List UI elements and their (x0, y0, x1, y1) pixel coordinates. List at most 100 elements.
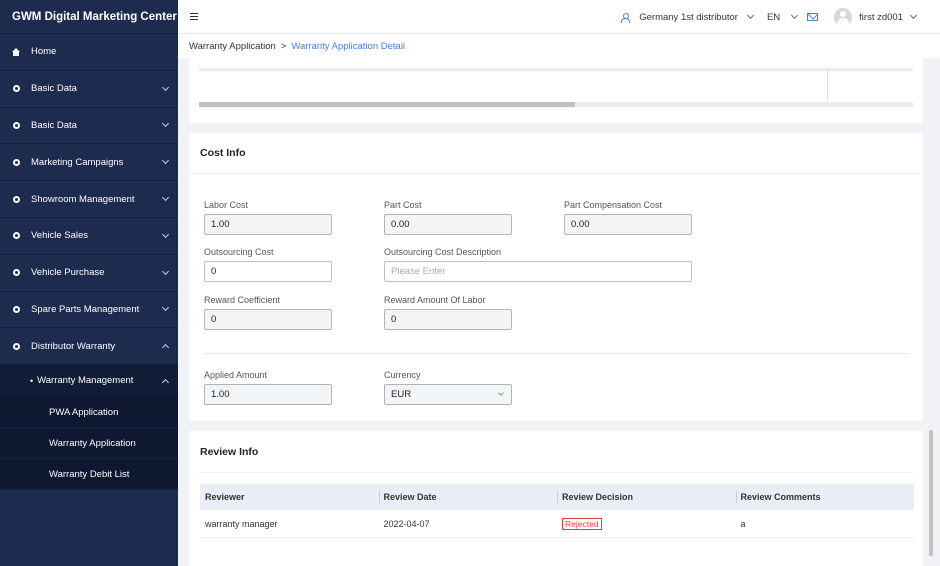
part-compensation-cost-field: Part Compensation Cost 0.00 (564, 199, 692, 235)
input-placeholder: Please Enter (391, 266, 446, 277)
vertical-scrollbar[interactable] (929, 430, 933, 556)
chevron-down-icon (161, 230, 170, 238)
sidebar-item-showroom-management[interactable]: Showroom Management (0, 181, 178, 218)
sidebar-item-label: Distributor Warranty (31, 340, 116, 352)
part-cost-input: 0.00 (384, 214, 512, 235)
sidebar-item-label: Basic Data (31, 119, 77, 131)
field-label: Reward Coefficient (204, 295, 280, 305)
reviewer-cell: warranty manager (205, 518, 278, 529)
outsourcing-cost-input[interactable]: 0 (204, 261, 332, 282)
applied-amount-input: 1.00 (204, 384, 332, 405)
chevron-down-icon (161, 267, 170, 275)
sidebar-item-label: Home (31, 46, 57, 58)
scrollbar-thumb[interactable] (199, 102, 575, 107)
section-title: Review Info (199, 431, 913, 473)
review-table: Reviewer Review Date Review Decision Rev… (200, 484, 914, 538)
review-decision-cell: Rejected (557, 517, 736, 530)
sidebar-item-label: Vehicle Sales (31, 230, 89, 242)
horizontal-scrollbar[interactable] (199, 102, 913, 107)
chevron-down-icon (161, 120, 170, 128)
table-row: warranty manager 2022-04-07 Rejected a (200, 510, 914, 538)
review-date-cell: 2022-04-07 (383, 518, 430, 529)
currency-value: EUR (391, 389, 412, 400)
dot-icon (12, 232, 20, 240)
field-label: Part Compensation Cost (564, 200, 663, 210)
outsourcing-cost-field: Outsourcing Cost 0 (204, 246, 332, 282)
field-label: Outsourcing Cost (204, 247, 274, 257)
part-compensation-cost-input: 0.00 (564, 214, 692, 235)
cost-info-card: Cost Info Labor Cost 1.00 Part Cost 0.00… (189, 133, 923, 421)
app-title: GWM Digital Marketing Center (0, 0, 178, 34)
column-header: Review Comments (735, 491, 915, 503)
column-header: Reviewer (205, 492, 245, 502)
dot-icon (12, 269, 20, 277)
field-label: Outsourcing Cost Description (384, 247, 502, 257)
currency-select[interactable]: EUR (384, 384, 512, 405)
chevron-down-icon[interactable] (746, 11, 755, 20)
mail-icon[interactable] (807, 13, 819, 21)
sidebar-item-home[interactable]: Home (0, 34, 178, 71)
divider (204, 353, 909, 354)
sidebar-item-pwa-application[interactable]: PWA Application (0, 397, 178, 429)
chevron-down-icon[interactable] (909, 11, 918, 20)
sidebar-item-warranty-debit-list[interactable]: Warranty Debit List (0, 459, 178, 491)
menu-toggle-icon[interactable] (190, 12, 198, 21)
section-title: Cost Info (189, 133, 923, 174)
outsourcing-cost-description-field: Outsourcing Cost Description Please Ente… (384, 246, 692, 282)
breadcrumb-separator: > (280, 40, 287, 52)
sidebar-item-marketing-campaigns[interactable]: Marketing Campaigns (0, 144, 178, 182)
status-badge: Rejected (562, 517, 602, 530)
sidebar-item-warranty-application[interactable]: Warranty Application (0, 428, 178, 460)
breadcrumb-current: Warranty Application Detail (291, 40, 406, 52)
main-content: Cost Info Labor Cost 1.00 Part Cost 0.00… (178, 58, 940, 566)
sidebar-item-vehicle-purchase[interactable]: Vehicle Purchase (0, 255, 178, 292)
reward-amount-of-labor-field: Reward Amount Of Labor 0 (384, 294, 512, 330)
field-label: Applied Amount (204, 370, 268, 380)
chevron-down-icon[interactable] (791, 11, 799, 20)
language-selector[interactable]: EN (767, 12, 780, 23)
chevron-up-icon (161, 344, 170, 352)
sidebar-item-basic-data[interactable]: Basic Data (0, 71, 178, 108)
dot-icon (12, 342, 20, 350)
sidebar-item-spare-parts-management[interactable]: Spare Parts Management (0, 292, 178, 329)
outsourcing-cost-description-input[interactable]: Please Enter (384, 261, 692, 282)
review-info-card: Review Info Reviewer Review Date Review … (189, 431, 923, 566)
sidebar-item-label: Marketing Campaigns (31, 156, 124, 168)
sidebar-item-label: Showroom Management (31, 193, 135, 205)
distributor-icon (620, 12, 631, 23)
sidebar-item-basic-data-2[interactable]: Basic Data (0, 108, 178, 145)
chevron-down-icon (161, 157, 170, 165)
review-comments-cell: a (740, 518, 746, 529)
reward-amount-of-labor-input: 0 (384, 309, 512, 330)
breadcrumb-parent[interactable]: Warranty Application (189, 41, 276, 52)
sidebar-item-vehicle-sales[interactable]: Vehicle Sales (0, 218, 178, 255)
avatar[interactable] (834, 8, 853, 26)
labor-cost-input: 1.00 (204, 214, 332, 235)
chevron-up-icon (161, 378, 170, 386)
field-label: Part Cost (384, 200, 422, 210)
dot-icon (12, 305, 20, 313)
field-label: Reward Amount Of Labor (384, 295, 486, 305)
user-menu[interactable]: first zd001 (859, 12, 903, 23)
reward-coefficient-field: Reward Coefficient 0 (204, 294, 332, 330)
sidebar-item-label: Spare Parts Management (31, 303, 140, 315)
table-header-strip (199, 68, 913, 71)
table-header: Reviewer Review Date Review Decision Rev… (200, 484, 914, 510)
chevron-down-icon (161, 194, 170, 202)
part-cost-field: Part Cost 0.00 (384, 199, 512, 235)
sidebar-submenu-warranty-management[interactable]: • Warranty Management (0, 365, 178, 398)
reward-coefficient-input: 0 (204, 309, 332, 330)
bullet-icon: • (30, 375, 34, 386)
chevron-down-icon (161, 304, 170, 312)
column-divider (827, 68, 828, 106)
currency-field: Currency EUR (384, 369, 512, 405)
chevron-down-icon (161, 83, 170, 91)
sidebar: GWM Digital Marketing Center Home Basic … (0, 0, 178, 566)
dot-icon (12, 195, 20, 203)
top-header: Germany 1st distributor EN first zd001 (178, 0, 940, 34)
applied-amount-field: Applied Amount 1.00 (204, 369, 332, 405)
chevron-down-icon (498, 390, 504, 396)
distributor-selector[interactable]: Germany 1st distributor (639, 12, 738, 23)
breadcrumb: Warranty Application > Warranty Applicat… (178, 34, 940, 58)
sidebar-item-distributor-warranty[interactable]: Distributor Warranty (0, 328, 178, 366)
